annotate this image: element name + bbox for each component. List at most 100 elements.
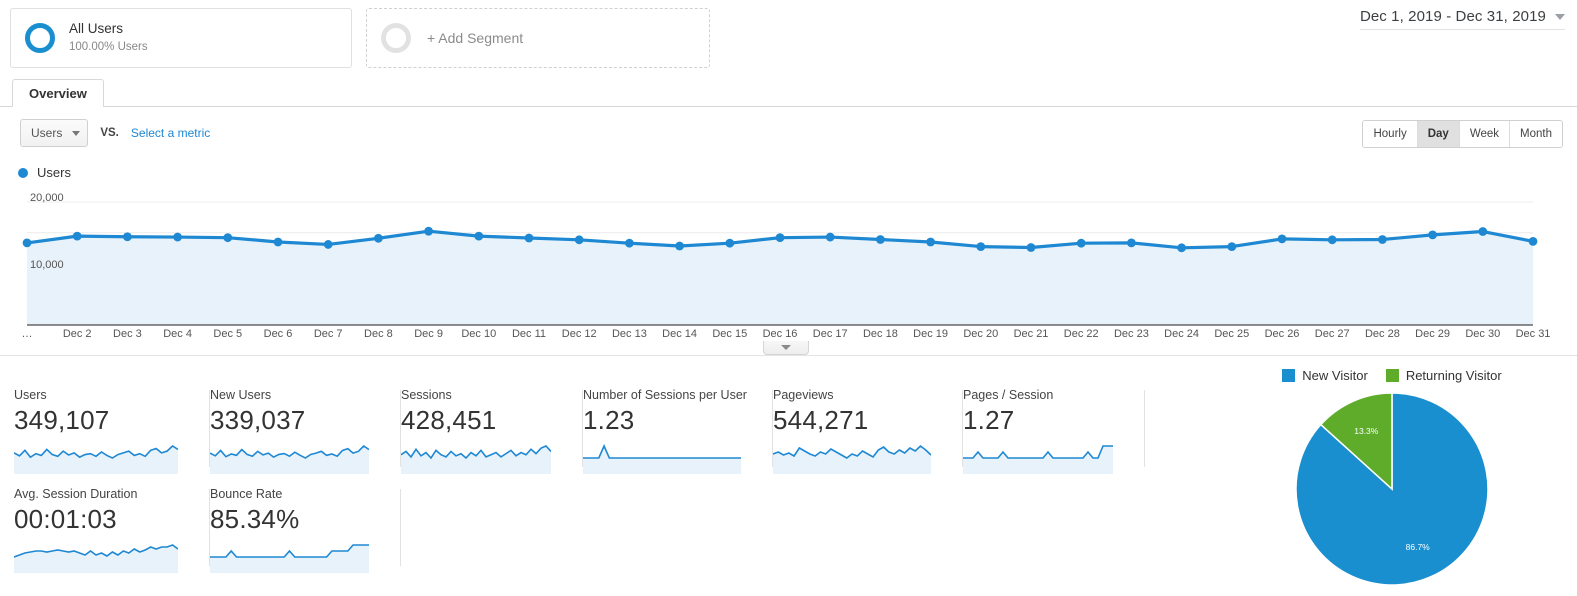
metric-card-divider [1144, 390, 1145, 467]
pie-legend-item-new-visitor[interactable]: New Visitor [1282, 368, 1368, 383]
metric-card-divider [400, 489, 401, 566]
x-axis-label: Dec 8 [364, 328, 393, 340]
metric-card[interactable]: Avg. Session Duration 00:01:03 [14, 479, 210, 578]
x-axis-label: … [21, 328, 33, 340]
metric-card-sparkline [14, 444, 178, 474]
metric-card-sparkline [401, 445, 551, 474]
metric-card-label: Pages / Session [963, 388, 1054, 402]
metric-card-value: 428,451 [401, 405, 497, 435]
granularity-toggle-group: Hourly Day Week Month [1362, 120, 1563, 148]
pie-holder: 86.7% 13.3% [1217, 389, 1567, 589]
metric-card-grid: Users 349,107 New Users 339,037 Sessions 428,… [14, 380, 1174, 578]
metric-card[interactable]: Bounce Rate 85.34% [210, 479, 401, 578]
metric-card-sparkline [583, 444, 741, 474]
metric-card[interactable]: Number of Sessions per User 1.23 [583, 380, 773, 479]
metric-card-sparkline [773, 444, 931, 474]
series-color-dot [18, 167, 28, 178]
x-axis-label: Dec 4 [163, 328, 192, 340]
segment-text: All Users 100.00% Users [69, 21, 148, 54]
x-axis-label: Dec 24 [1164, 328, 1200, 340]
x-axis-label: Dec 6 [263, 328, 293, 340]
chart-collapse-handle[interactable] [763, 341, 809, 355]
x-axis-label: Dec 17 [812, 328, 848, 340]
y-axis-tick-20000: 20,000 [30, 192, 64, 204]
metric-card-label: Users [14, 388, 47, 402]
pie-slice-percent-label: 13.3% [1354, 426, 1379, 436]
x-axis-label: Dec 29 [1415, 328, 1451, 340]
metric-card-sparkline [14, 544, 178, 573]
x-axis-label: Dec 22 [1063, 328, 1099, 340]
pie-slice-percent-label: 86.7% [1406, 542, 1431, 552]
granularity-month[interactable]: Month [1510, 121, 1562, 147]
chart-series-legend: Users [18, 165, 71, 180]
x-axis-label: Dec 18 [862, 328, 898, 340]
pie-swatch-new-visitor [1282, 369, 1296, 382]
tab-overview-label: Overview [29, 86, 87, 101]
metric-card-label: Bounce Rate [210, 487, 283, 501]
x-axis-label: Dec 16 [762, 328, 798, 340]
primary-metric-dropdown[interactable]: Users [20, 119, 89, 147]
pie-legend-item-returning-visitor[interactable]: Returning Visitor [1385, 368, 1502, 383]
date-range-label: Dec 1, 2019 - Dec 31, 2019 [1359, 8, 1546, 25]
segment-donut-icon [25, 23, 55, 53]
x-axis-label: Dec 15 [712, 328, 748, 340]
chevron-down-icon [781, 345, 791, 350]
metric-card-value: 00:01:03 [14, 504, 117, 534]
add-segment-button[interactable]: + Add Segment [366, 8, 710, 68]
metric-card[interactable]: Pages / Session 1.27 [963, 380, 1145, 479]
section-divider [0, 355, 1577, 356]
x-axis-label: Dec 2 [62, 328, 92, 340]
pie-legend-label-new-visitor: New Visitor [1302, 368, 1368, 383]
x-axis-label: Dec 12 [561, 328, 597, 340]
vs-label: VS. [100, 127, 119, 139]
metric-card-inner: Number of Sessions per User 1.23 [583, 388, 773, 474]
x-axis-label: Dec 3 [113, 328, 142, 340]
metric-card-value: 1.23 [583, 405, 635, 435]
pie-legend: New Visitor Returning Visitor [1217, 368, 1567, 383]
metric-card-sparkline [963, 445, 1113, 474]
metric-card-label: Avg. Session Duration [14, 487, 138, 501]
segment-card-all-users[interactable]: All Users 100.00% Users [10, 8, 352, 68]
select-a-metric-link[interactable]: Select a metric [131, 126, 210, 140]
metric-card-label: Sessions [401, 388, 452, 402]
metric-card[interactable]: New Users 339,037 [210, 380, 401, 479]
metric-card-inner: Sessions 428,451 [401, 388, 583, 474]
y-axis-tick-10000: 10,000 [30, 259, 64, 271]
metric-card-label: New Users [210, 388, 272, 402]
metric-card-inner: Pageviews 544,271 [773, 388, 963, 474]
metric-card-value: 85.34% [210, 504, 300, 534]
metric-card-inner: Users 349,107 [14, 388, 210, 474]
tab-overview[interactable]: Overview [12, 79, 104, 107]
x-axis-label: Dec 25 [1214, 328, 1250, 340]
metric-card-value: 544,271 [773, 405, 869, 435]
x-axis-label: Dec 27 [1314, 328, 1350, 340]
metric-card-inner: Bounce Rate 85.34% [210, 487, 401, 573]
metric-card-sparkline [210, 444, 369, 474]
metric-card-inner: New Users 339,037 [210, 388, 401, 474]
metric-card-value: 1.27 [963, 405, 1015, 435]
metric-card[interactable]: Users 349,107 [14, 380, 210, 479]
x-axis-label: Dec 5 [213, 328, 243, 340]
x-axis-label: Dec 28 [1364, 328, 1400, 340]
x-axis-label: Dec 9 [414, 328, 443, 340]
add-segment-donut-icon [381, 23, 411, 53]
metric-card[interactable]: Sessions 428,451 [401, 380, 583, 479]
metric-card[interactable]: Pageviews 544,271 [773, 380, 963, 479]
x-axis-label: Dec 19 [913, 328, 949, 340]
metric-card-value: 339,037 [210, 405, 306, 435]
series-legend-label: Users [37, 165, 71, 180]
metric-card-label: Pageviews [773, 388, 834, 402]
x-axis-label: Dec 14 [662, 328, 698, 340]
metric-card-label: Number of Sessions per User [583, 388, 747, 402]
x-axis-label: Dec 20 [963, 328, 999, 340]
chevron-down-icon [72, 130, 81, 136]
date-range-picker[interactable]: Dec 1, 2019 - Dec 31, 2019 [1359, 8, 1565, 30]
segment-bar: All Users 100.00% Users + Add Segment [10, 8, 710, 68]
granularity-hourly[interactable]: Hourly [1363, 121, 1418, 147]
granularity-week[interactable]: Week [1459, 121, 1511, 147]
add-segment-label: + Add Segment [427, 30, 524, 46]
metric-card-inner: Avg. Session Duration 00:01:03 [14, 487, 210, 573]
metric-card-sparkline [210, 544, 369, 573]
granularity-day[interactable]: Day [1417, 121, 1460, 147]
metric-card-inner: Pages / Session 1.27 [963, 388, 1145, 474]
